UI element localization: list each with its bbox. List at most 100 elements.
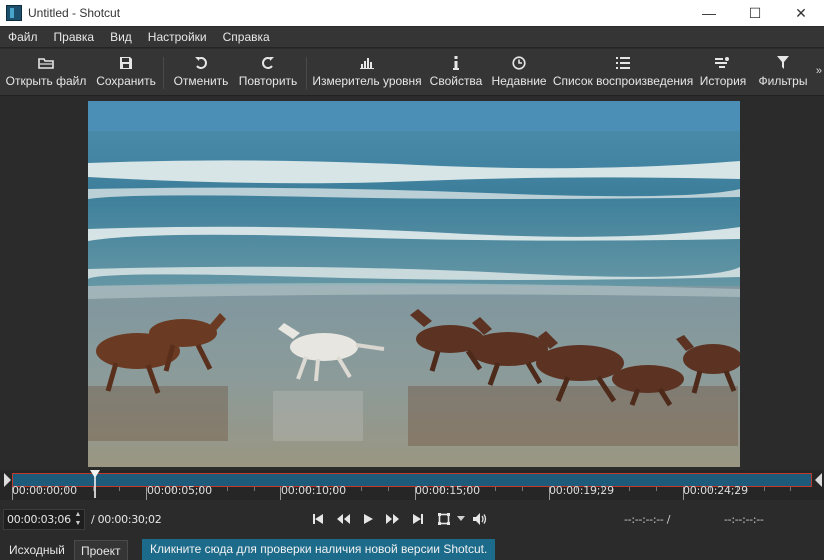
redo-label: Повторить — [238, 74, 298, 88]
spin-down-icon[interactable]: ▼ — [75, 520, 82, 528]
ruler-label: 00:00:19;29 — [549, 484, 614, 497]
menu-help[interactable]: Справка — [215, 27, 278, 48]
ruler-minor-tick — [361, 487, 362, 491]
ruler-label: 00:00:00;00 — [12, 484, 77, 497]
filters-label: Фильтры — [758, 74, 808, 88]
filters-button[interactable]: Фильтры — [758, 53, 808, 93]
floppy-disk-icon — [116, 53, 136, 73]
redo-button[interactable]: Повторить — [239, 53, 297, 93]
menu-view[interactable]: Вид — [102, 27, 140, 48]
zoom-fit-button[interactable] — [436, 511, 452, 527]
clock-icon — [509, 53, 529, 73]
window-controls: — ☐ ✕ — [686, 0, 824, 26]
open-file-label: Открыть файл — [5, 74, 87, 88]
current-timecode: 00:00:03;06 — [7, 513, 71, 526]
player-area — [0, 97, 824, 470]
zoom-dropdown-button[interactable] — [453, 511, 469, 527]
play-icon — [363, 514, 373, 524]
current-timecode-field[interactable]: 00:00:03;06 ▲ ▼ — [3, 509, 85, 530]
out-point-timecode: --:--:--:-- — [724, 513, 764, 526]
close-button[interactable]: ✕ — [778, 0, 824, 26]
video-frame-horses-on-beach — [88, 101, 740, 467]
history-label: История — [699, 74, 747, 88]
skip-to-end-button[interactable] — [410, 511, 426, 527]
window-title: Untitled - Shotcut — [28, 6, 121, 20]
recent-button[interactable]: Недавние — [491, 53, 547, 93]
ruler-minor-tick — [254, 487, 255, 491]
playhead-icon[interactable] — [90, 470, 101, 498]
spin-up-icon[interactable]: ▲ — [75, 511, 82, 519]
save-button[interactable]: Сохранить — [96, 53, 156, 93]
undo-button[interactable]: Отменить — [174, 53, 228, 93]
rewind-button[interactable] — [335, 511, 351, 527]
skip-next-icon — [413, 514, 423, 524]
volume-button[interactable] — [472, 511, 488, 527]
open-folder-icon — [36, 53, 56, 73]
update-notice[interactable]: Кликните сюда для проверки наличия новой… — [142, 539, 496, 560]
save-label: Сохранить — [96, 74, 156, 88]
ruler-label: 00:00:10;00 — [281, 484, 346, 497]
recent-label: Недавние — [491, 74, 547, 88]
out-marker-icon[interactable] — [815, 473, 822, 487]
ruler-minor-tick — [388, 487, 389, 491]
funnel-icon — [773, 53, 793, 73]
menu-file[interactable]: Файл — [0, 27, 46, 48]
info-icon — [446, 53, 466, 73]
toolbar-separator — [306, 57, 307, 89]
ruler-minor-tick — [227, 487, 228, 491]
toolbar-separator — [163, 57, 164, 89]
in-point-timecode: --:--:--:-- / — [624, 513, 671, 526]
rewind-icon — [336, 514, 350, 524]
shotcut-app-icon — [6, 5, 22, 21]
level-meter-icon — [357, 53, 377, 73]
total-duration: / 00:00:30;02 — [91, 513, 162, 526]
ruler-minor-tick — [764, 487, 765, 491]
chevron-down-icon — [457, 516, 465, 521]
menu-edit[interactable]: Правка — [46, 27, 103, 48]
history-button[interactable]: История — [700, 53, 746, 93]
play-button[interactable] — [360, 511, 376, 527]
ruler-label: 00:00:15;00 — [415, 484, 480, 497]
tab-project[interactable]: Проект — [74, 540, 128, 560]
video-preview[interactable] — [88, 101, 740, 467]
menu-settings[interactable]: Настройки — [140, 27, 215, 48]
fast-forward-icon — [385, 514, 399, 524]
list-icon — [613, 53, 633, 73]
tab-source[interactable]: Исходный — [3, 540, 71, 560]
properties-label: Свойства — [429, 74, 483, 88]
in-marker-icon[interactable] — [4, 473, 11, 487]
ruler-label: 00:00:24;29 — [683, 484, 748, 497]
ruler-minor-tick — [522, 487, 523, 491]
ruler-minor-tick — [790, 487, 791, 491]
ruler-minor-tick — [629, 487, 630, 491]
title-bar: Untitled - Shotcut — ☐ ✕ — [0, 0, 824, 26]
toolbar-overflow-button[interactable]: » — [816, 65, 822, 77]
undo-label: Отменить — [173, 74, 229, 88]
open-file-button[interactable]: Открыть файл — [5, 53, 87, 93]
undo-icon — [191, 53, 211, 73]
bottom-bar: Исходный Проект Кликните сюда для провер… — [0, 537, 824, 560]
ruler-minor-tick — [656, 487, 657, 491]
audio-meter-label: Измеритель уровня — [312, 74, 422, 88]
timecode-spinner[interactable]: ▲ ▼ — [73, 511, 83, 528]
speaker-icon — [473, 513, 487, 525]
minimize-button[interactable]: — — [686, 0, 732, 26]
crop-frame-icon — [438, 513, 450, 525]
playlist-button[interactable]: Список воспроизведения — [553, 53, 693, 93]
skip-previous-icon — [313, 514, 323, 524]
properties-button[interactable]: Свойства — [430, 53, 482, 93]
audio-meter-button[interactable]: Измеритель уровня — [312, 53, 422, 93]
ruler-minor-tick — [119, 487, 120, 491]
transport-bar: 00:00:03;06 ▲ ▼ / 00:00:30;02 --:--:--:-… — [0, 502, 824, 536]
maximize-button[interactable]: ☐ — [732, 0, 778, 26]
skip-to-start-button[interactable] — [310, 511, 326, 527]
main-toolbar: Открыть файл Сохранить Отменить Повторит… — [0, 49, 824, 96]
ruler-label: 00:00:05;00 — [147, 484, 212, 497]
fast-forward-button[interactable] — [384, 511, 400, 527]
menu-bar: Файл Правка Вид Настройки Справка — [0, 27, 824, 48]
history-icon — [713, 53, 733, 73]
playlist-label: Список воспроизведения — [552, 74, 694, 88]
scrubber[interactable]: 00:00:00;00 00:00:05;00 00:00:10;00 00:0… — [0, 470, 824, 500]
redo-icon — [258, 53, 278, 73]
ruler-minor-tick — [495, 487, 496, 491]
